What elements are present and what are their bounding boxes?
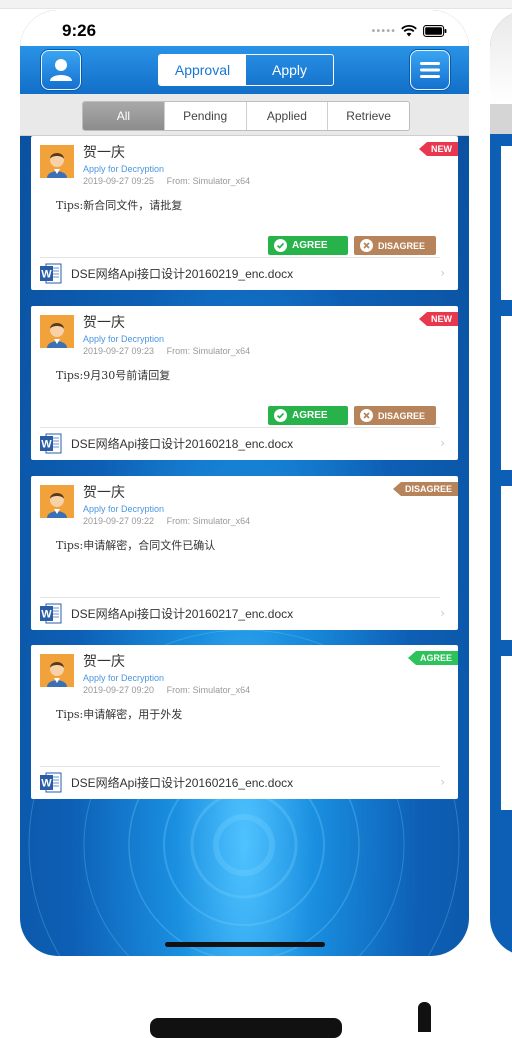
- filter-all[interactable]: All: [83, 102, 165, 130]
- check-icon: [274, 239, 287, 252]
- chevron-right-icon: ›: [440, 436, 445, 450]
- tab-apply[interactable]: Apply: [246, 55, 333, 85]
- screen-top-strip: [0, 0, 512, 9]
- word-document-icon: W: [40, 603, 62, 623]
- request-source: From: Simulator_x64: [166, 176, 251, 186]
- wifi-icon: [401, 25, 417, 37]
- request-card[interactable]: 贺一庆 Apply for Decryption 2019-09-27 09:2…: [31, 306, 458, 460]
- filter-bar: All Pending Applied Retrieve: [20, 94, 469, 136]
- request-card[interactable]: 贺一庆 Apply for Decryption 2019-09-27 09:2…: [31, 645, 458, 799]
- home-indicator[interactable]: [165, 942, 325, 947]
- word-document-icon: W: [40, 433, 62, 453]
- card-actions: AGREE DISAGREE: [268, 236, 436, 255]
- agree-label: AGREE: [292, 410, 328, 421]
- request-tips: Tips:新合同文件，请批复: [56, 199, 183, 212]
- chevron-right-icon: ›: [440, 606, 445, 620]
- file-name: DSE网络Api接口设计20160219_enc.docx: [71, 266, 294, 281]
- request-time: 2019-09-27 09:23: [83, 346, 155, 356]
- status-time: 9:26: [62, 21, 97, 40]
- disagree-button[interactable]: DISAGREE: [354, 406, 436, 425]
- card-actions: AGREE DISAGREE: [268, 406, 436, 425]
- avatar: [40, 145, 74, 178]
- request-source: From: Simulator_x64: [166, 516, 251, 526]
- agree-button[interactable]: AGREE: [268, 406, 348, 425]
- attached-file-row[interactable]: W DSE网络Api接口设计20160216_enc.docx ›: [40, 770, 445, 794]
- requester-name: 贺一庆: [83, 654, 125, 670]
- tab-approval[interactable]: Approval: [159, 55, 246, 85]
- word-document-icon: W: [40, 263, 62, 283]
- svg-text:W: W: [41, 777, 52, 789]
- battery-icon: [423, 25, 447, 37]
- requester-name: 贺一庆: [83, 485, 125, 501]
- mode-segmented-control: Approval Apply: [158, 54, 334, 86]
- avatar: [40, 654, 74, 687]
- request-tips: Tips:申请解密，合同文件已确认: [56, 539, 216, 552]
- status-bar: 9:26 •••••: [20, 10, 469, 46]
- requester-name: 贺一庆: [83, 315, 125, 331]
- next-screen-preview: [490, 10, 512, 956]
- disagree-label: DISAGREE: [378, 240, 426, 251]
- status-filter: All Pending Applied Retrieve: [82, 101, 410, 131]
- request-type: Apply for Decryption: [83, 164, 165, 174]
- status-badge: NEW: [419, 142, 458, 156]
- request-type: Apply for Decryption: [83, 334, 165, 344]
- profile-button[interactable]: [41, 50, 81, 90]
- agree-label: AGREE: [292, 240, 328, 251]
- file-name: DSE网络Api接口设计20160217_enc.docx: [71, 606, 294, 621]
- avatar: [40, 485, 74, 518]
- svg-text:W: W: [41, 268, 52, 280]
- device-edge: [418, 1002, 431, 1032]
- request-source: From: Simulator_x64: [166, 685, 251, 695]
- menu-icon: [420, 62, 440, 78]
- disagree-label: DISAGREE: [378, 410, 426, 421]
- filter-pending[interactable]: Pending: [165, 102, 247, 130]
- chevron-right-icon: ›: [440, 266, 445, 280]
- filter-applied[interactable]: Applied: [247, 102, 329, 130]
- file-name: DSE网络Api接口设计20160218_enc.docx: [71, 436, 294, 451]
- svg-text:W: W: [41, 438, 52, 450]
- attached-file-row[interactable]: W DSE网络Api接口设计20160218_enc.docx ›: [40, 431, 445, 455]
- cross-icon: [360, 409, 373, 422]
- requester-name: 贺一庆: [83, 145, 125, 161]
- status-badge: AGREE: [407, 651, 458, 665]
- file-name: DSE网络Api接口设计20160216_enc.docx: [71, 775, 294, 790]
- signal-icon: •••••: [370, 25, 396, 37]
- menu-button[interactable]: [410, 50, 450, 90]
- chevron-right-icon: ›: [440, 775, 445, 789]
- agree-button[interactable]: AGREE: [268, 236, 348, 255]
- attached-file-row[interactable]: W DSE网络Api接口设计20160217_enc.docx ›: [40, 601, 445, 625]
- phone-screen: 9:26 ••••• Approval Apply All Pending Ap…: [20, 10, 469, 956]
- user-icon: [50, 59, 72, 81]
- avatar: [40, 315, 74, 348]
- attached-file-row[interactable]: W DSE网络Api接口设计20160219_enc.docx ›: [40, 261, 445, 285]
- request-type: Apply for Decryption: [83, 504, 165, 514]
- check-icon: [274, 409, 287, 422]
- device-edge-bottom: [150, 1018, 342, 1038]
- status-badge: NEW: [419, 312, 458, 326]
- request-time: 2019-09-27 09:25: [83, 176, 155, 186]
- request-time: 2019-09-27 09:20: [83, 685, 155, 695]
- disagree-button[interactable]: DISAGREE: [354, 236, 436, 255]
- status-badge: DISAGREE: [392, 482, 458, 496]
- request-source: From: Simulator_x64: [166, 346, 251, 356]
- word-document-icon: W: [40, 772, 62, 792]
- request-tips: Tips:9月30号前请回复: [56, 369, 171, 382]
- request-tips: Tips:申请解密，用于外发: [56, 708, 183, 721]
- request-time: 2019-09-27 09:22: [83, 516, 155, 526]
- filter-retrieve[interactable]: Retrieve: [328, 102, 409, 130]
- request-card[interactable]: 贺一庆 Apply for Decryption 2019-09-27 09:2…: [31, 136, 458, 290]
- request-type: Apply for Decryption: [83, 673, 165, 683]
- cross-icon: [360, 239, 373, 252]
- svg-text:W: W: [41, 608, 52, 620]
- request-card[interactable]: 贺一庆 Apply for Decryption 2019-09-27 09:2…: [31, 476, 458, 630]
